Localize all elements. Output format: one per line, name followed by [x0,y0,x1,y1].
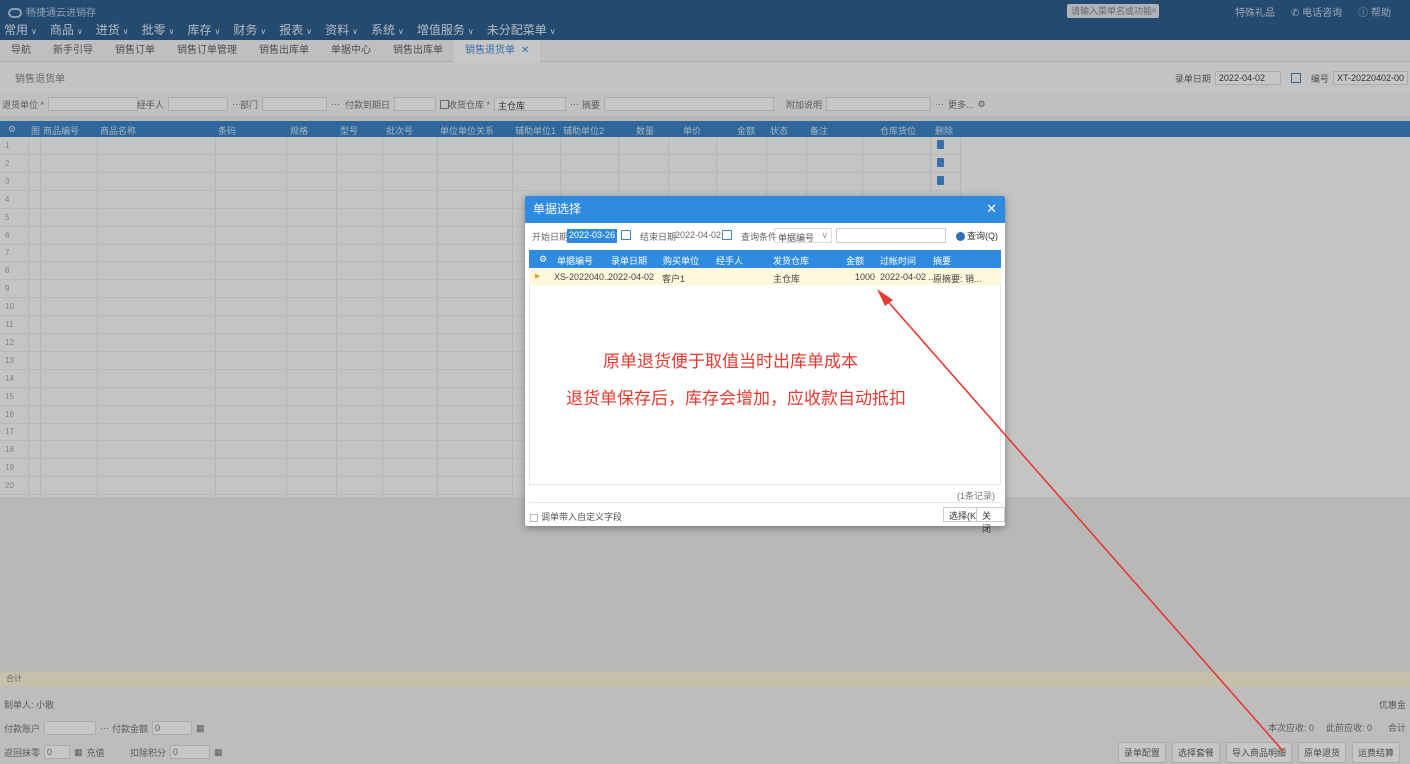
annotation-arrow [877,289,1284,752]
